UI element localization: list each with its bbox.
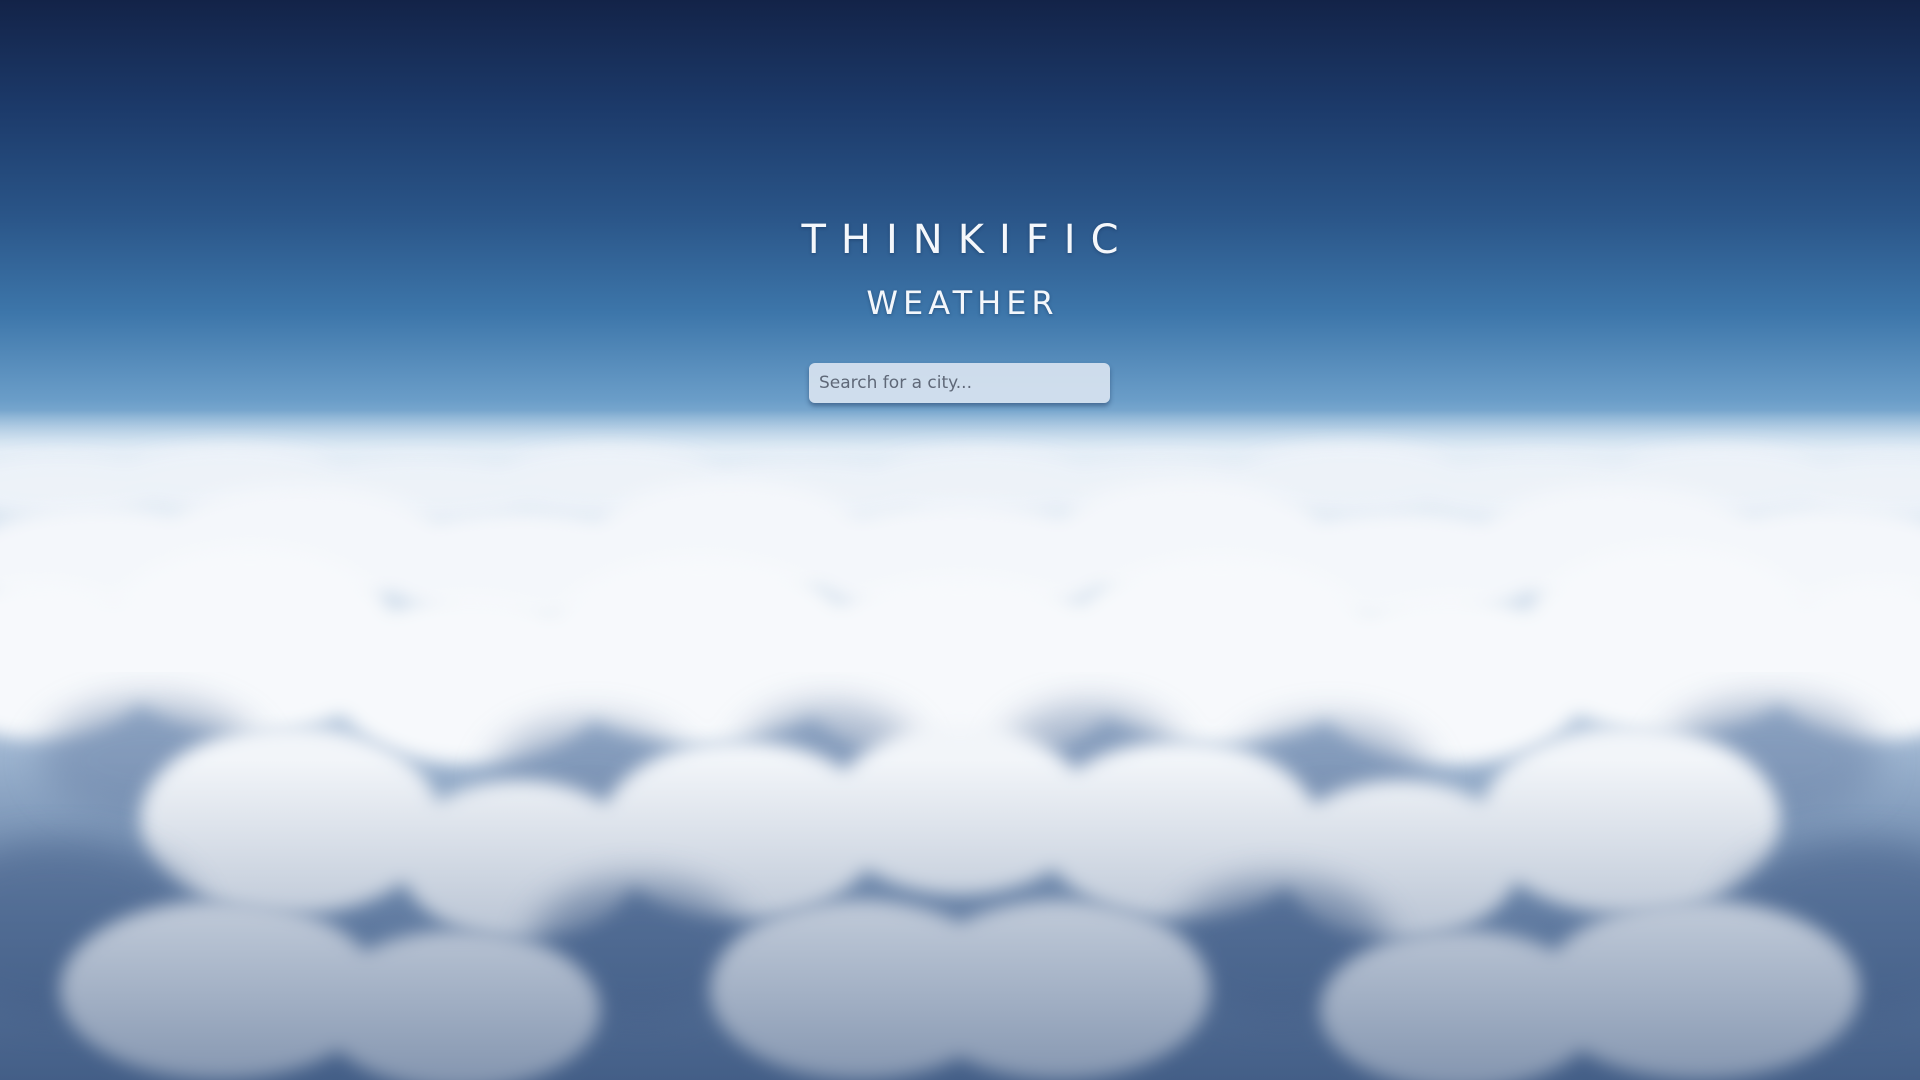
app-subtitle: WEATHER xyxy=(866,284,1059,322)
app-header: THINKIFIC WEATHER xyxy=(0,210,1920,326)
clouds-background-image xyxy=(0,410,1920,1080)
brand-title: THINKIFIC xyxy=(801,217,1134,263)
search-container xyxy=(809,363,1110,403)
sky-background xyxy=(0,0,1920,1080)
city-search-input[interactable] xyxy=(809,363,1110,403)
